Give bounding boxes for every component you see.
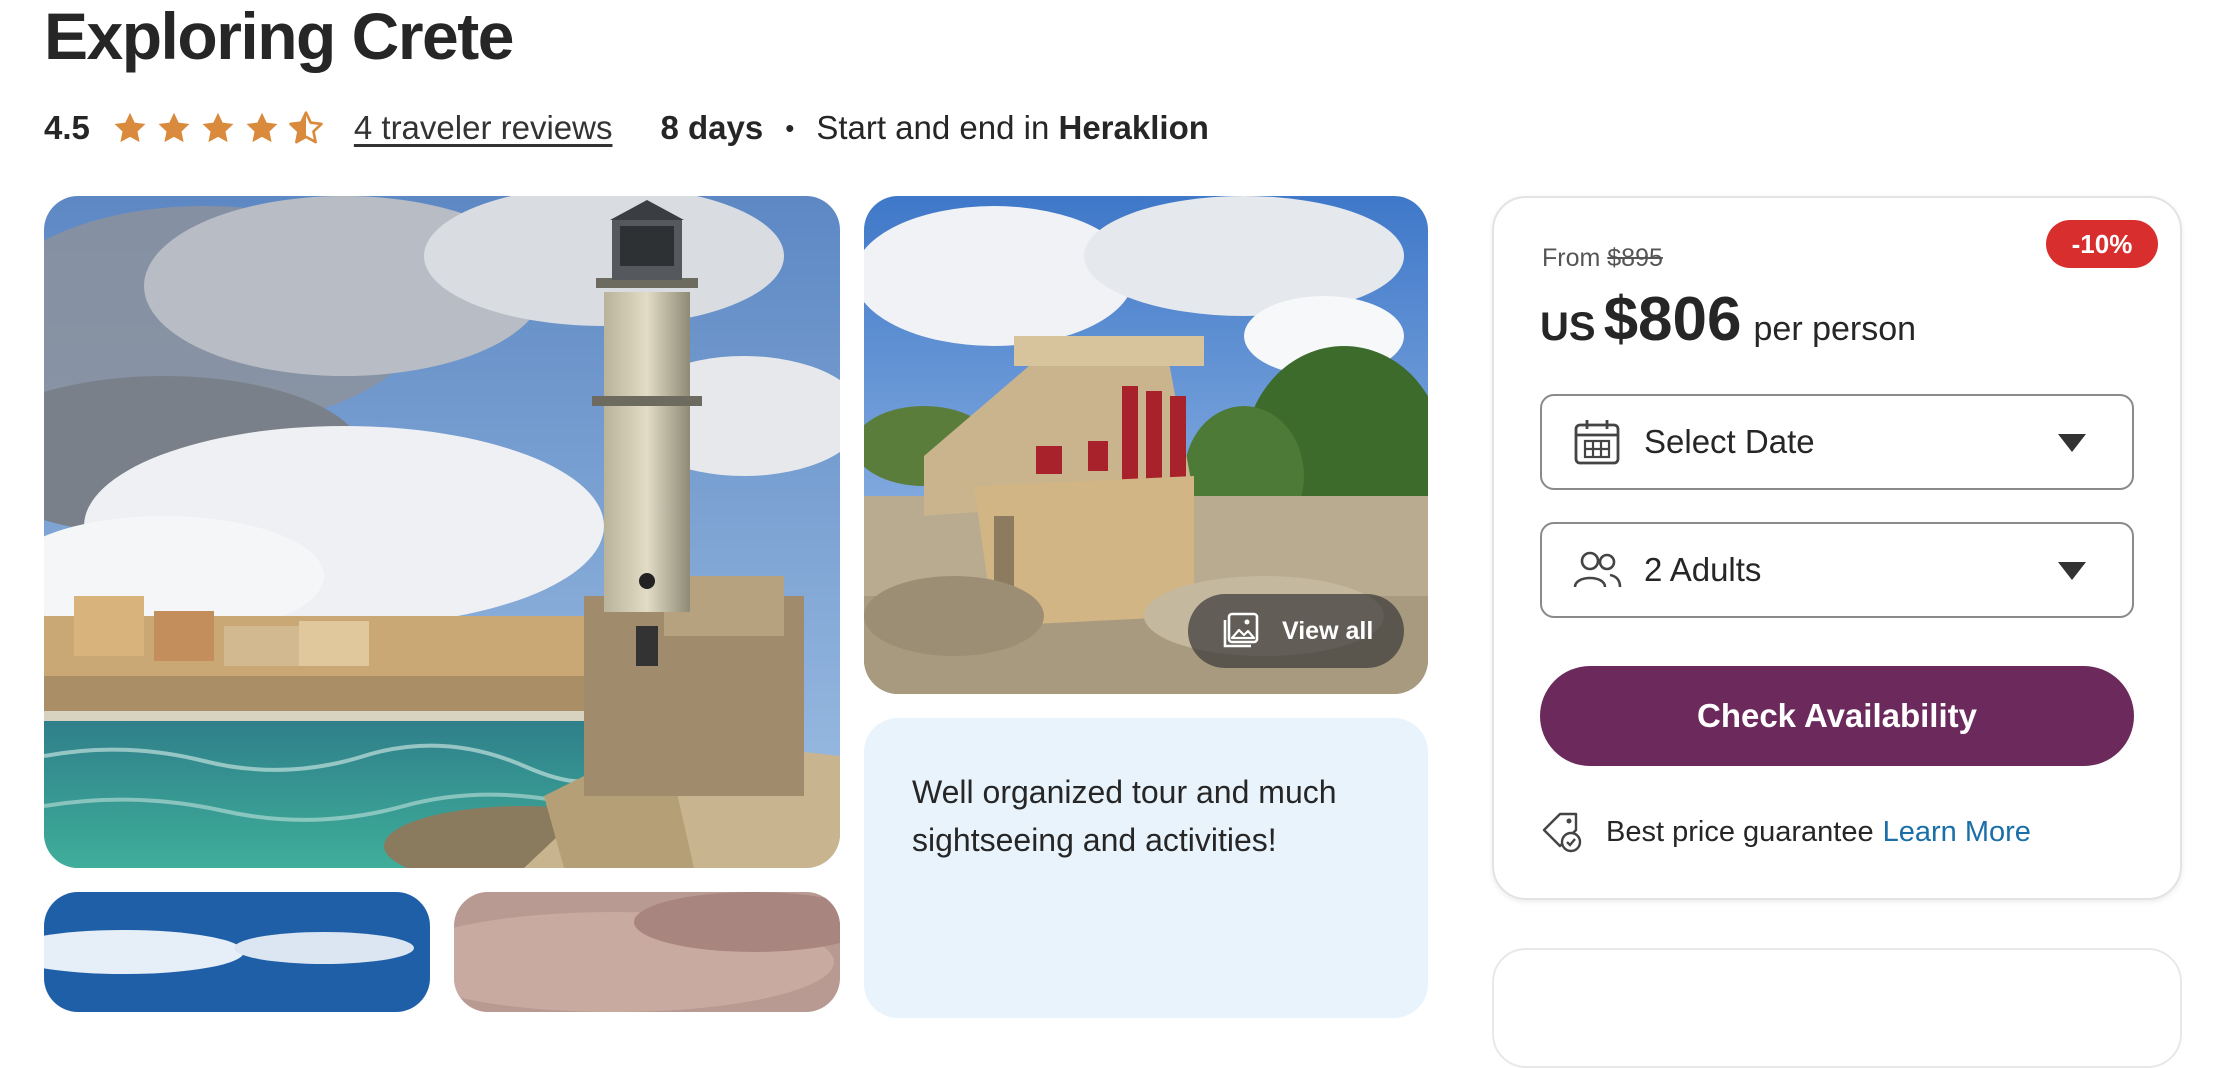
separator-dot: • xyxy=(785,112,795,143)
price-per-label: per person xyxy=(1753,310,1917,348)
price-row: US $806 per person xyxy=(1540,284,1916,355)
price-tag-check-icon xyxy=(1542,812,1582,853)
people-icon xyxy=(1573,551,1622,588)
start-end-location: Start and end in Heraklion xyxy=(816,109,1209,147)
original-price: $895 xyxy=(1607,244,1663,272)
travelers-select[interactable]: 2 Adults xyxy=(1540,522,2134,618)
secondary-card xyxy=(1492,948,2182,1068)
chevron-down-icon xyxy=(2058,434,2086,452)
best-price-guarantee: Best price guarantee Learn More xyxy=(1540,810,2031,854)
guarantee-text: Best price guarantee xyxy=(1606,815,1874,848)
view-all-button[interactable]: View all xyxy=(1188,594,1404,668)
start-end-city: Heraklion xyxy=(1058,109,1209,146)
review-snippet-text: Well organized tour and much sightseeing… xyxy=(912,774,1337,858)
from-price: From $895 xyxy=(1542,244,1663,273)
tour-duration: 8 days xyxy=(660,109,764,146)
price-amount: $806 xyxy=(1603,285,1742,354)
half-star-icon xyxy=(289,111,323,144)
lighthouse-image xyxy=(44,196,840,868)
view-all-label: View all xyxy=(1282,616,1374,645)
date-select[interactable]: Select Date xyxy=(1540,394,2134,490)
calendar-icon xyxy=(1574,420,1620,465)
start-end-prefix: Start and end in xyxy=(816,109,1050,146)
page-title: Exploring Crete xyxy=(44,0,514,73)
chevron-down-icon xyxy=(2058,562,2086,580)
main-photo-lighthouse[interactable] xyxy=(44,196,840,868)
price-currency: US xyxy=(1540,305,1596,349)
sunset-image xyxy=(454,892,840,1012)
date-select-label: Select Date xyxy=(1644,423,1815,460)
star-rating xyxy=(112,110,324,146)
star-icon xyxy=(202,112,234,143)
rating-value: 4.5 xyxy=(44,109,90,146)
from-label: From xyxy=(1542,244,1601,272)
booking-card: From $895 -10% US $806 per person Select… xyxy=(1492,196,2182,900)
sea-sky-image xyxy=(44,892,430,1012)
thumbnail-photo[interactable] xyxy=(44,892,430,1012)
check-availability-button[interactable]: Check Availability xyxy=(1540,666,2134,766)
discount-badge: -10% xyxy=(2046,220,2158,268)
image-gallery-icon xyxy=(1223,612,1259,648)
travelers-select-label: 2 Adults xyxy=(1644,551,1762,588)
tour-meta: 4.5 4 traveler reviews 8 days • Start an… xyxy=(44,104,1209,152)
review-snippet-card: Well organized tour and much sightseeing… xyxy=(864,718,1428,1018)
reviews-link[interactable]: 4 traveler reviews xyxy=(354,109,613,147)
star-icon xyxy=(246,112,278,143)
star-icon xyxy=(114,112,146,143)
star-icon xyxy=(158,112,190,143)
thumbnail-photo[interactable] xyxy=(454,892,840,1012)
learn-more-link[interactable]: Learn More xyxy=(1883,816,2031,849)
